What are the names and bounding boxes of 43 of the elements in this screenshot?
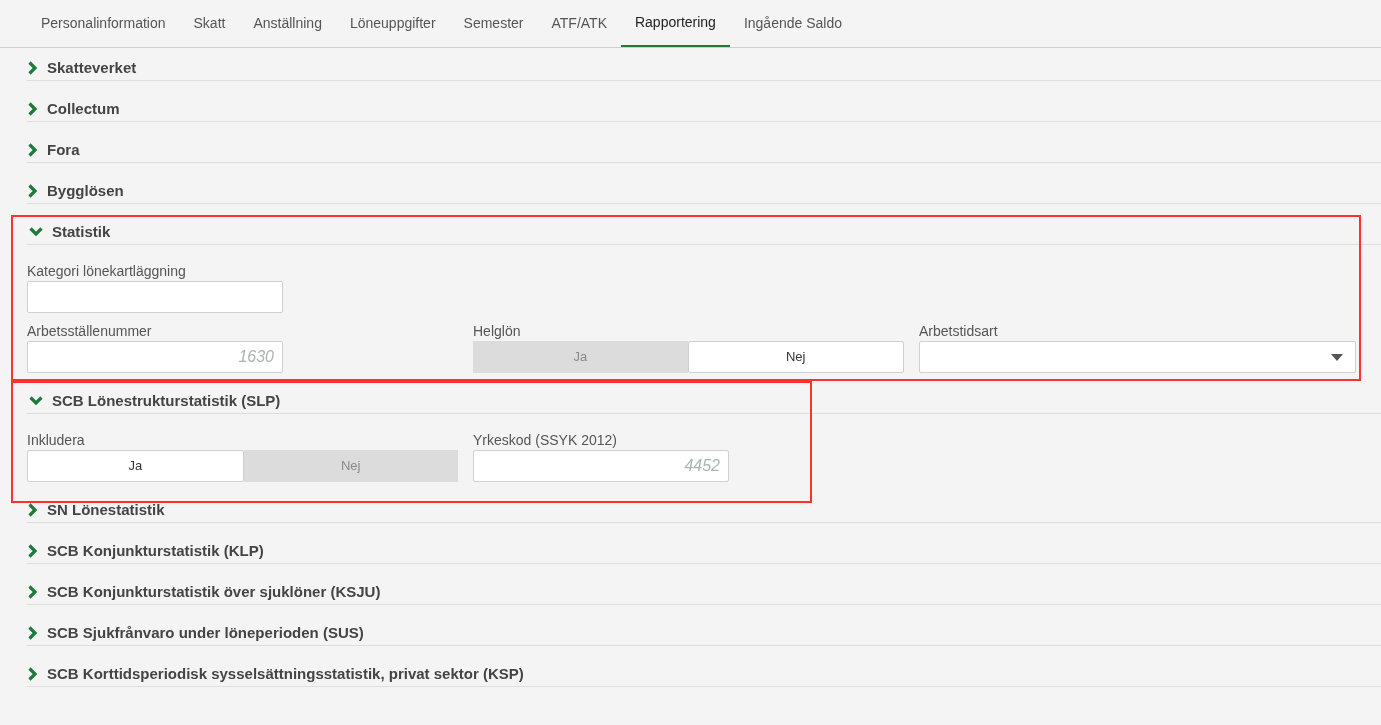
section-header[interactable]: SCB Lönestrukturstatistik (SLP) bbox=[27, 389, 1381, 414]
tab[interactable]: Personalinformation bbox=[27, 0, 180, 47]
chevron-right-icon bbox=[28, 143, 38, 157]
field-label: Inkludera bbox=[27, 431, 86, 450]
section-header[interactable]: SN Lönestatistik bbox=[27, 498, 1381, 523]
section-header[interactable]: SCB Korttidsperiodisk sysselsättningsstatistik, privat sektor (KSP) bbox=[27, 662, 1381, 687]
tab[interactable]: Rapportering bbox=[620, 0, 730, 47]
toggle-option[interactable]: Nej bbox=[687, 341, 904, 373]
section-header[interactable]: Bygglösen bbox=[27, 179, 1381, 204]
chevron-right-icon bbox=[28, 626, 38, 640]
chevron-right-icon bbox=[28, 61, 38, 75]
chevron-right-icon bbox=[28, 184, 38, 198]
chevron-right-icon bbox=[28, 667, 38, 681]
tab[interactable]: ATF/ATK bbox=[537, 0, 621, 47]
tab[interactable]: Löneuppgifter bbox=[335, 0, 450, 47]
select-field[interactable] bbox=[919, 341, 1356, 373]
text-field[interactable]: 1630 bbox=[27, 341, 283, 373]
field-label: Yrkeskod (SSYK 2012) bbox=[473, 431, 618, 450]
field-label: Kategori lönekartläggning bbox=[27, 262, 187, 281]
tab[interactable]: Ingående Saldo bbox=[729, 0, 856, 47]
section-header[interactable]: Skatteverket bbox=[27, 56, 1381, 81]
tab[interactable]: Anställning bbox=[239, 0, 336, 47]
field-label: Arbetsställenummer bbox=[27, 322, 153, 341]
text-field[interactable]: 4452 bbox=[473, 450, 729, 482]
text-field[interactable] bbox=[27, 281, 283, 313]
toggle-option[interactable]: Ja bbox=[27, 450, 244, 482]
section-header[interactable]: SCB Konjunkturstatistik över sjuklöner (KSJU) bbox=[27, 580, 1381, 605]
tab[interactable]: Semester bbox=[449, 0, 538, 47]
section-header[interactable]: Fora bbox=[27, 138, 1381, 163]
dropdown-caret-icon bbox=[1331, 353, 1343, 361]
chevron-down-icon bbox=[29, 227, 43, 237]
chevron-right-icon bbox=[28, 585, 38, 599]
chevron-right-icon bbox=[28, 503, 38, 517]
section-header[interactable]: Collectum bbox=[27, 97, 1381, 122]
section-header[interactable]: SCB Sjukfrånvaro under löneperioden (SUS) bbox=[27, 621, 1381, 646]
chevron-down-icon bbox=[29, 396, 43, 406]
chevron-right-icon bbox=[28, 544, 38, 558]
section-header[interactable]: SCB Konjunkturstatistik (KLP) bbox=[27, 539, 1381, 564]
tab[interactable]: Skatt bbox=[179, 0, 240, 47]
field-label: Helglön bbox=[473, 322, 522, 341]
chevron-right-icon bbox=[28, 102, 38, 116]
section-header[interactable]: Statistik bbox=[27, 220, 1381, 245]
field-label: Arbetstidsart bbox=[919, 322, 999, 341]
